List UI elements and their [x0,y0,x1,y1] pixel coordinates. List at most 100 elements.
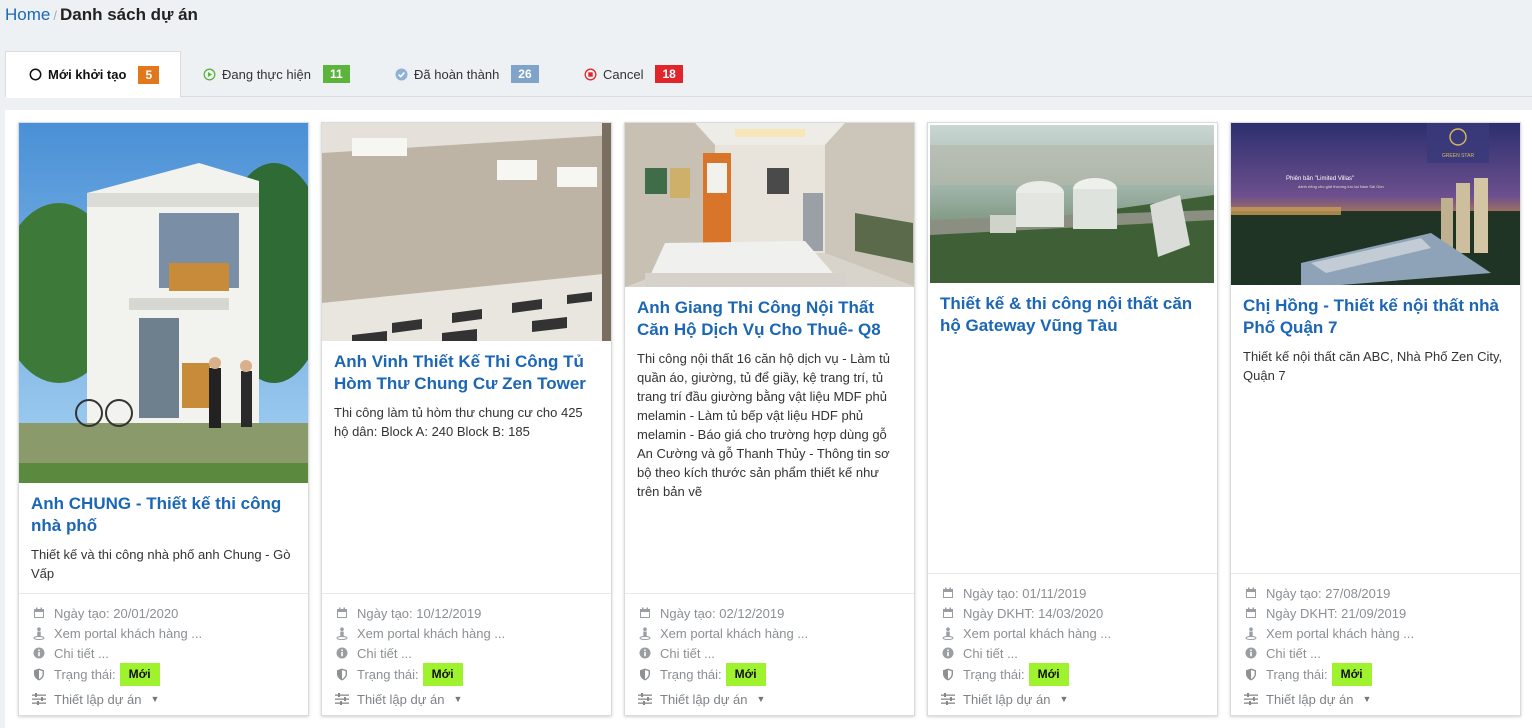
tab-completed[interactable]: Đã hoàn thành 26 [394,51,539,97]
caret-down-icon: ▼ [756,694,766,704]
calendar-icon [941,606,955,620]
tab-count-badge: 11 [322,65,350,83]
status-badge: Mới [1028,663,1069,686]
play-circle-icon [202,67,216,81]
project-image-townhouse[interactable] [19,123,308,483]
project-card-footer: Ngày tạo: 10/12/2019 Xem portal khách hà… [322,593,611,715]
street-view-icon [1244,626,1258,640]
breadcrumb-home-link[interactable]: Home [5,5,50,24]
project-title-link[interactable]: Anh Giang Thi Công Nội Thất Căn Hộ Dịch … [637,297,902,341]
status-badge: Mới [725,663,766,686]
check-circle-icon [394,67,408,81]
created-date: Ngày tạo: 27/08/2019 [1244,583,1508,603]
tab-cancel[interactable]: Cancel 18 [583,51,683,97]
details-link[interactable]: Chi tiết ... [32,643,296,663]
info-circle-icon [941,646,955,660]
project-card-footer: Ngày tạo: 02/12/2019 Xem portal khách hà… [625,593,914,715]
street-view-icon [335,626,349,640]
created-date: Ngày tạo: 02/12/2019 [638,603,902,623]
project-setup-dropdown[interactable]: Thiết lập dự án ▼ [1244,689,1508,709]
calendar-icon [335,606,349,620]
circle-outline-icon [28,68,42,82]
project-card: Anh Vinh Thiết Kế Thi Công Tủ Hòm Thư Ch… [321,122,612,716]
project-setup-dropdown[interactable]: Thiết lập dự án ▼ [335,689,599,709]
project-card-footer: Ngày tạo: 27/08/2019 Ngày DKHT: 21/09/20… [1231,573,1520,715]
info-circle-icon [32,646,46,660]
info-circle-icon [1244,646,1258,660]
sliders-icon [1244,692,1258,706]
project-card: Anh Giang Thi Công Nội Thất Căn Hộ Dịch … [624,122,915,716]
details-link[interactable]: Chi tiết ... [638,643,902,663]
project-setup-dropdown[interactable]: Thiết lập dự án ▼ [941,689,1205,709]
status-row: Trạng thái: Mới [1244,662,1508,687]
status-row: Trạng thái: Mới [335,662,599,687]
tab-label: Đã hoàn thành [414,66,500,82]
shield-icon [335,668,349,682]
breadcrumb: Home / Danh sách dự án [5,5,198,26]
calendar-icon [32,606,46,620]
created-date: Ngày tạo: 01/11/2019 [941,583,1205,603]
portal-link[interactable]: Xem portal khách hàng ... [32,623,296,643]
project-list: Anh CHUNG - Thiết kế thi công nhà phố Th… [5,110,1532,728]
street-view-icon [638,626,652,640]
project-description: Thiết kế và thi công nhà phố anh Chung -… [31,547,291,581]
status-badge: Mới [1331,663,1372,686]
project-title-link[interactable]: Anh CHUNG - Thiết kế thi công nhà phố [31,493,296,537]
project-description: Thi công nội thất 16 căn hộ dịch vụ - Là… [637,351,890,499]
tab-in-progress[interactable]: Đang thực hiện 11 [202,51,350,97]
info-circle-icon [335,646,349,660]
status-row: Trạng thái: Mới [941,662,1205,687]
project-image-interior[interactable] [625,123,914,287]
project-image-villas[interactable]: GREEN STAR Phiên bản "Limited Villas" dà… [1231,123,1520,285]
calendar-icon [1244,586,1258,600]
portal-link[interactable]: Xem portal khách hàng ... [941,623,1205,643]
sliders-icon [941,692,955,706]
project-setup-dropdown[interactable]: Thiết lập dự án ▼ [32,689,296,709]
due-date: Ngày DKHT: 21/09/2019 [1244,603,1508,623]
project-card: GREEN STAR Phiên bản "Limited Villas" dà… [1230,122,1521,716]
project-image-lobby[interactable] [322,123,611,341]
status-badge: Mới [422,663,463,686]
street-view-icon [32,626,46,640]
calendar-icon [1244,606,1258,620]
details-link[interactable]: Chi tiết ... [941,643,1205,663]
created-date-value: 01/11/2019 [1022,585,1087,601]
stop-circle-icon [583,67,597,81]
details-link[interactable]: Chi tiết ... [1244,643,1508,663]
portal-link[interactable]: Xem portal khách hàng ... [335,623,599,643]
street-view-icon [941,626,955,640]
project-title-link[interactable]: Chị Hồng - Thiết kế nội thất nhà Phố Quậ… [1243,295,1508,339]
project-title-link[interactable]: Anh Vinh Thiết Kế Thi Công Tủ Hòm Thư Ch… [334,351,599,395]
created-date-value: 10/12/2019 [416,605,482,621]
tab-label: Đang thực hiện [222,66,311,82]
villas-headline-text: Phiên bản "Limited Villas" [1286,176,1354,182]
status-row: Trạng thái: Mới [32,662,296,687]
tab-new[interactable]: Mới khởi tạo 5 [5,51,181,98]
tab-count-badge: 26 [511,65,539,83]
due-date: Ngày DKHT: 14/03/2020 [941,603,1205,623]
project-card: Anh CHUNG - Thiết kế thi công nhà phố Th… [18,122,309,716]
green-star-logo-text: GREEN STAR [1442,153,1475,159]
portal-link[interactable]: Xem portal khách hàng ... [638,623,902,643]
sliders-icon [32,692,46,706]
project-card-footer: Ngày tạo: 01/11/2019 Ngày DKHT: 14/03/20… [928,573,1217,715]
created-date: Ngày tạo: 10/12/2019 [335,603,599,623]
project-description: Thiết kế nội thất căn ABC, Nhà Phố Zen C… [1243,349,1503,383]
caret-down-icon: ▼ [1362,694,1372,704]
tab-label: Mới khởi tạo [48,67,127,82]
tab-label: Cancel [603,66,644,82]
caret-down-icon: ▼ [453,694,463,704]
portal-link[interactable]: Xem portal khách hàng ... [1244,623,1508,643]
project-title-link[interactable]: Thiết kế & thi công nội thất căn hộ Gate… [940,293,1205,337]
info-circle-icon [638,646,652,660]
shield-icon [32,668,46,682]
created-date: Ngày tạo: 20/01/2020 [32,603,296,623]
status-badge: Mới [119,663,160,686]
created-date-value: 20/01/2020 [113,605,179,621]
status-tabs: Mới khởi tạo 5 Đang thực hiện 11 Đã hoàn… [5,51,1532,98]
project-setup-dropdown[interactable]: Thiết lập dự án ▼ [638,689,902,709]
details-link[interactable]: Chi tiết ... [335,643,599,663]
shield-icon [638,668,652,682]
due-date-value: 14/03/2020 [1038,605,1104,621]
project-image-aerial[interactable] [928,123,1217,283]
